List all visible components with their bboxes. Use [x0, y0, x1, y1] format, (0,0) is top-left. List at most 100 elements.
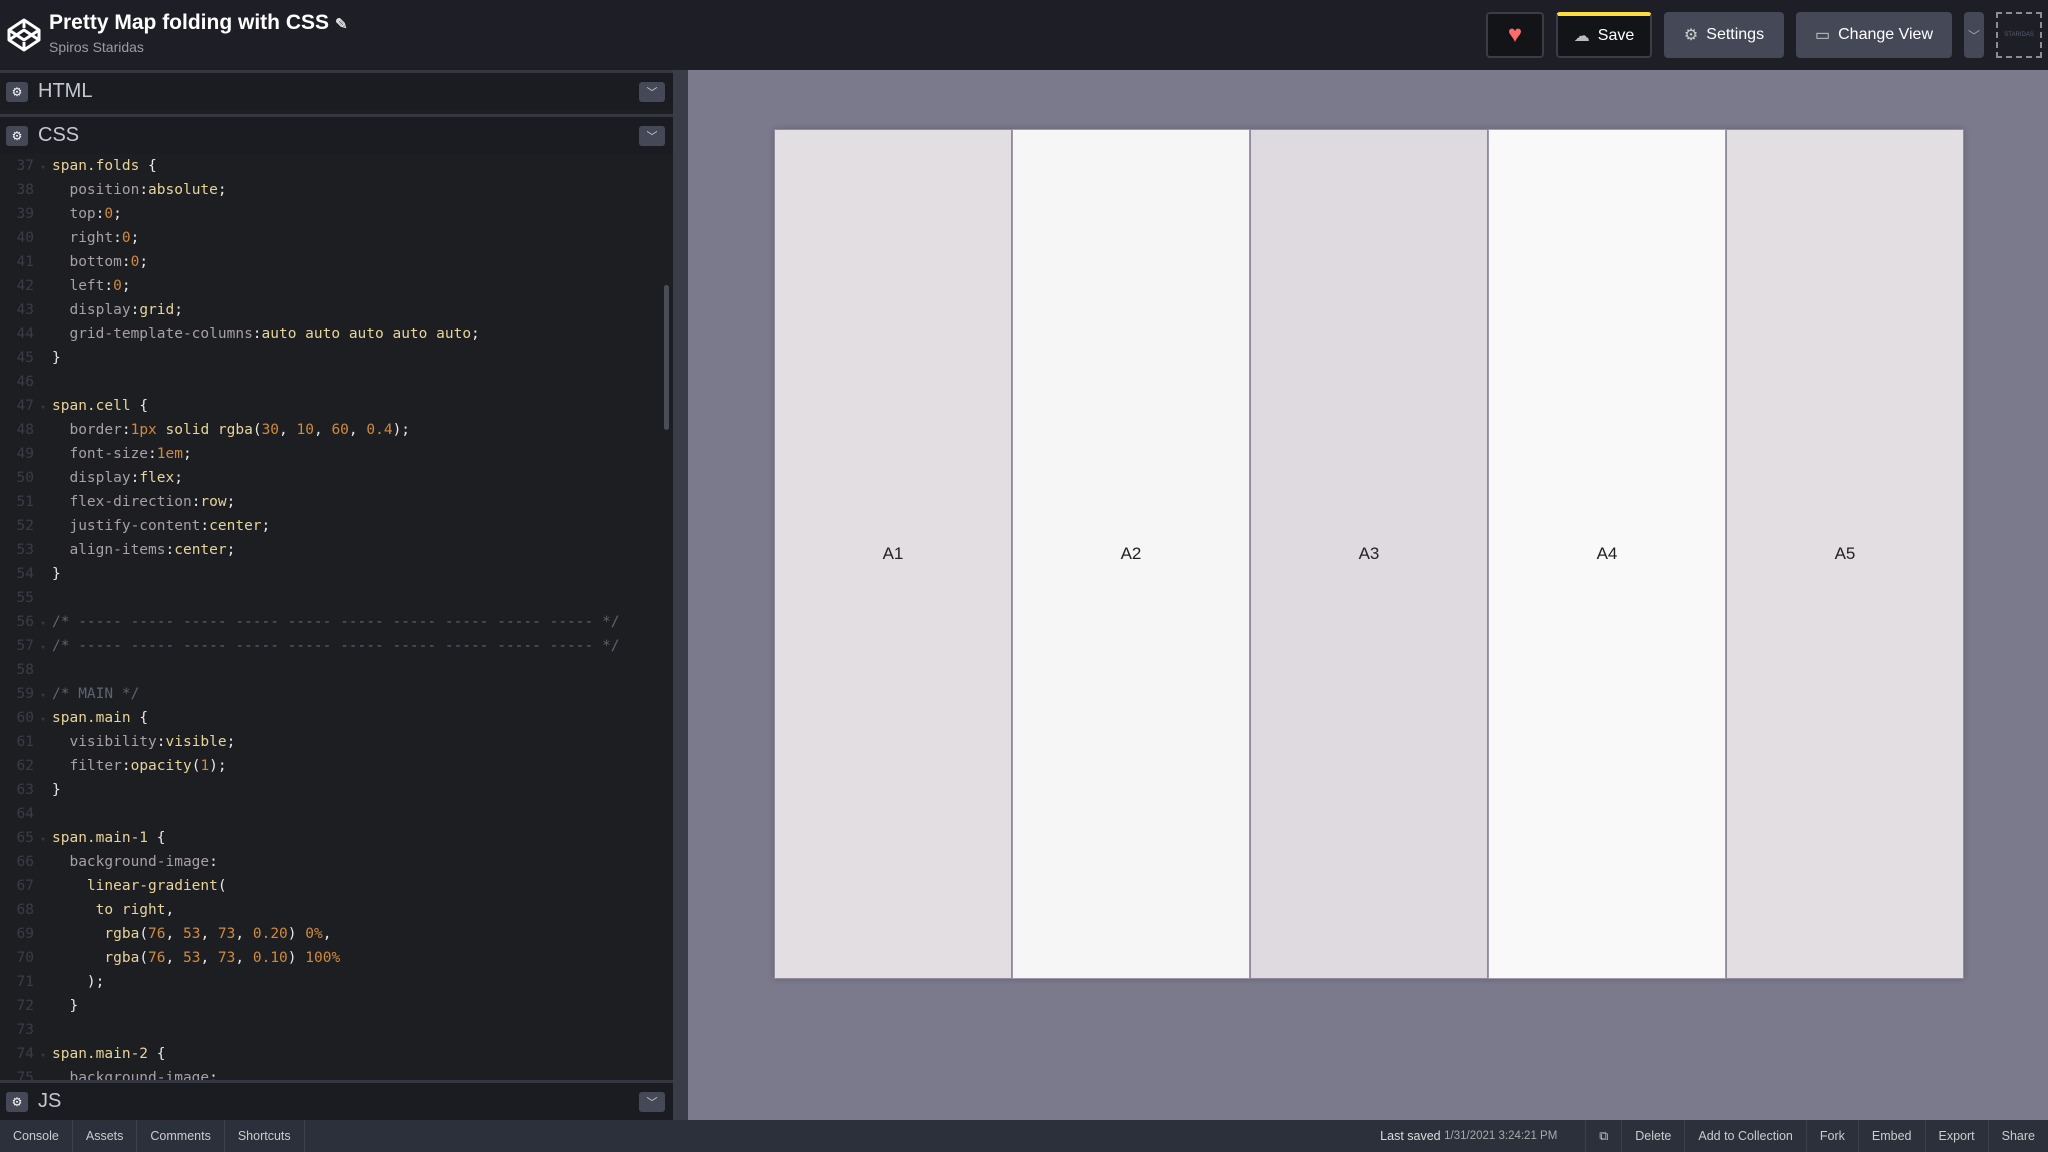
- footer-share-button[interactable]: Share: [1987, 1120, 2048, 1152]
- code-token: 0.10: [252, 950, 288, 966]
- code-line[interactable]: 41 bottom:0;: [0, 250, 673, 274]
- code-line[interactable]: 57 ▾/* ----- ----- ----- ----- ----- ----…: [0, 634, 673, 658]
- change-view-button[interactable]: ▭ Change View: [1796, 12, 1952, 58]
- code-line[interactable]: 55: [0, 586, 673, 610]
- code-line[interactable]: 65 ▾ span.main-1 {: [0, 826, 673, 850]
- code-line[interactable]: 64: [0, 802, 673, 826]
- code-token: span.cell: [52, 398, 140, 414]
- code-line[interactable]: 60 ▾ span.main {: [0, 706, 673, 730]
- window-icon: ▭: [1814, 27, 1831, 44]
- fold-arrow-icon[interactable]: ▾: [34, 708, 52, 732]
- js-panel-header[interactable]: ⚙ JS ﹀: [0, 1080, 673, 1120]
- code-line[interactable]: 58: [0, 658, 673, 682]
- code-line[interactable]: 54}: [0, 562, 673, 586]
- code-line[interactable]: 61 visibility:visible;: [0, 730, 673, 754]
- footer-console-button[interactable]: Console: [0, 1120, 73, 1152]
- line-number: 63: [16, 782, 34, 798]
- code-token: justify-content: [69, 518, 201, 534]
- settings-button[interactable]: ⚙ Settings: [1664, 12, 1784, 58]
- code-line[interactable]: 66 background-image:: [0, 850, 673, 874]
- gear-icon[interactable]: ⚙: [6, 125, 28, 146]
- code-line[interactable]: 70 rgba(76, 53, 73, 0.10) 100%: [0, 946, 673, 970]
- author-name[interactable]: Spiros Staridas: [49, 39, 144, 55]
- code-line[interactable]: 43 display:grid;: [0, 298, 673, 322]
- footer-embed-button[interactable]: Embed: [1857, 1120, 1925, 1152]
- gear-icon[interactable]: ⚙: [6, 1091, 28, 1112]
- footer-export-button[interactable]: Export: [1924, 1120, 1988, 1152]
- view-dropdown-button[interactable]: ﹀: [1964, 12, 1984, 58]
- code-line[interactable]: 42 left:0;: [0, 274, 673, 298]
- code-line[interactable]: 37 ▾ span.folds {: [0, 154, 673, 178]
- css-panel-header[interactable]: ⚙ CSS ﹀: [0, 114, 673, 154]
- line-number: 55: [16, 590, 34, 606]
- code-line[interactable]: 53 align-items:center;: [0, 538, 673, 562]
- code-line[interactable]: 50 display:flex;: [0, 466, 673, 490]
- code-line[interactable]: 56 ▾/* ----- ----- ----- ----- ----- ----…: [0, 610, 673, 634]
- code-line[interactable]: 62 filter:opacity(1);: [0, 754, 673, 778]
- panel-resizer[interactable]: [673, 70, 688, 1120]
- code-token: {: [156, 1046, 166, 1062]
- last-saved-label: Last saved: [1380, 1129, 1441, 1143]
- codepen-logo-icon[interactable]: [6, 17, 42, 53]
- footer-comments-button[interactable]: Comments: [137, 1120, 225, 1152]
- code-token: grid-template-columns: [69, 326, 253, 342]
- code-line[interactable]: 38 position:absolute;: [0, 178, 673, 202]
- code-line[interactable]: 73: [0, 1018, 673, 1042]
- pen-title[interactable]: Pretty Map folding with CSS ✎: [49, 11, 348, 35]
- css-code-editor[interactable]: 37 ▾ span.folds {38 position:absolute; 39 t…: [0, 154, 673, 1080]
- code-token: }: [52, 998, 79, 1014]
- user-avatar[interactable]: STARIDAS: [1996, 12, 2042, 58]
- code-line[interactable]: 52 justify-content:center;: [0, 514, 673, 538]
- code-token: :: [148, 446, 157, 462]
- open-external-button[interactable]: ⧉: [1585, 1120, 1621, 1152]
- chevron-down-icon[interactable]: ﹀: [639, 1092, 665, 1112]
- code-line[interactable]: 63}: [0, 778, 673, 802]
- code-token: (: [139, 926, 149, 942]
- code-line[interactable]: 75 background-image:: [0, 1066, 673, 1080]
- fold-arrow-icon[interactable]: ▾: [34, 156, 52, 180]
- fold-arrow-icon[interactable]: ▾: [34, 612, 52, 636]
- footer-shortcuts-button[interactable]: Shortcuts: [225, 1120, 305, 1152]
- fold-arrow-icon[interactable]: ▾: [34, 636, 52, 660]
- code-line[interactable]: 39 top:0;: [0, 202, 673, 226]
- code-line[interactable]: 49 font-size:1em;: [0, 442, 673, 466]
- save-button[interactable]: ☁ Save: [1556, 12, 1652, 58]
- header: Pretty Map folding with CSS ✎ Spiros Star…: [0, 0, 2048, 70]
- fold-arrow-icon[interactable]: ▾: [34, 684, 52, 708]
- code-line[interactable]: 67 linear-gradient(: [0, 874, 673, 898]
- footer-add-to-collection-button[interactable]: Add to Collection: [1684, 1120, 1806, 1152]
- footer-fork-button[interactable]: Fork: [1805, 1120, 1858, 1152]
- line-number: 49: [16, 446, 34, 462]
- code-line[interactable]: 59 ▾/* MAIN */: [0, 682, 673, 706]
- html-panel-header[interactable]: ⚙ HTML ﹀: [0, 70, 673, 110]
- code-line[interactable]: 71 );: [0, 970, 673, 994]
- chevron-down-icon[interactable]: ﹀: [639, 126, 665, 146]
- code-line[interactable]: 47 ▾ span.cell {: [0, 394, 673, 418]
- fold-arrow-icon[interactable]: ▾: [34, 1044, 52, 1068]
- code-line[interactable]: 69 rgba(76, 53, 73, 0.20) 0%,: [0, 922, 673, 946]
- code-line[interactable]: 46: [0, 370, 673, 394]
- code-line[interactable]: 51 flex-direction:row;: [0, 490, 673, 514]
- code-line[interactable]: 45}: [0, 346, 673, 370]
- code-line[interactable]: 40 right:0;: [0, 226, 673, 250]
- code-token: ;: [226, 542, 236, 558]
- code-token: 0: [113, 278, 122, 294]
- footer-assets-button[interactable]: Assets: [73, 1120, 138, 1152]
- edit-pencil-icon[interactable]: ✎: [335, 16, 348, 33]
- love-button[interactable]: ♥: [1486, 12, 1544, 58]
- fold-arrow-icon[interactable]: ▾: [34, 396, 52, 420]
- code-line[interactable]: 68 to right,: [0, 898, 673, 922]
- code-token: }: [52, 350, 61, 366]
- code-line[interactable]: 74 ▾ span.main-2 {: [0, 1042, 673, 1066]
- code-line[interactable]: 72 }: [0, 994, 673, 1018]
- editor-scrollbar[interactable]: [664, 285, 669, 430]
- fold-arrow-icon[interactable]: ▾: [34, 828, 52, 852]
- code-line[interactable]: 48 border:1px solid rgba(30, 10, 60, 0.4…: [0, 418, 673, 442]
- footer-delete-button[interactable]: Delete: [1621, 1120, 1684, 1152]
- code-line[interactable]: 44 grid-template-columns:auto auto auto …: [0, 322, 673, 346]
- line-number: 44: [16, 326, 34, 342]
- gear-icon[interactable]: ⚙: [6, 81, 28, 102]
- chevron-down-icon[interactable]: ﹀: [639, 82, 665, 102]
